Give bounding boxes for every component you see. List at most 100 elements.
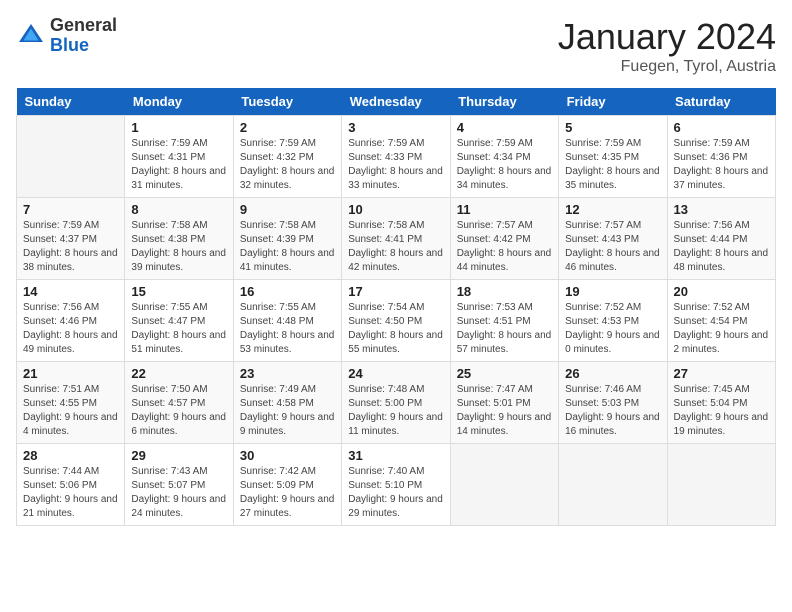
title-area: January 2024 Fuegen, Tyrol, Austria <box>558 16 776 76</box>
calendar-cell: 24 Sunrise: 7:48 AMSunset: 5:00 PMDaylig… <box>342 362 450 444</box>
day-detail: Sunrise: 7:54 AMSunset: 4:50 PMDaylight:… <box>348 302 443 355</box>
calendar-header: SundayMondayTuesdayWednesdayThursdayFrid… <box>17 88 776 116</box>
calendar-cell: 14 Sunrise: 7:56 AMSunset: 4:46 PMDaylig… <box>17 280 125 362</box>
day-detail: Sunrise: 7:51 AMSunset: 4:55 PMDaylight:… <box>23 384 118 437</box>
calendar-week-row: 14 Sunrise: 7:56 AMSunset: 4:46 PMDaylig… <box>17 280 776 362</box>
day-detail: Sunrise: 7:44 AMSunset: 5:06 PMDaylight:… <box>23 466 118 519</box>
calendar-cell: 6 Sunrise: 7:59 AMSunset: 4:36 PMDayligh… <box>667 116 775 198</box>
day-number: 13 <box>674 202 769 217</box>
day-number: 2 <box>240 120 335 135</box>
day-detail: Sunrise: 7:55 AMSunset: 4:48 PMDaylight:… <box>240 302 335 355</box>
day-detail: Sunrise: 7:46 AMSunset: 5:03 PMDaylight:… <box>565 384 660 437</box>
day-detail: Sunrise: 7:42 AMSunset: 5:09 PMDaylight:… <box>240 466 335 519</box>
day-detail: Sunrise: 7:49 AMSunset: 4:58 PMDaylight:… <box>240 384 335 437</box>
calendar-cell: 1 Sunrise: 7:59 AMSunset: 4:31 PMDayligh… <box>125 116 233 198</box>
day-number: 31 <box>348 448 443 463</box>
calendar-cell: 16 Sunrise: 7:55 AMSunset: 4:48 PMDaylig… <box>233 280 341 362</box>
calendar-subtitle: Fuegen, Tyrol, Austria <box>558 58 776 76</box>
calendar-cell: 30 Sunrise: 7:42 AMSunset: 5:09 PMDaylig… <box>233 444 341 526</box>
day-number: 25 <box>457 366 552 381</box>
day-number: 4 <box>457 120 552 135</box>
day-number: 1 <box>131 120 226 135</box>
day-number: 9 <box>240 202 335 217</box>
day-detail: Sunrise: 7:47 AMSunset: 5:01 PMDaylight:… <box>457 384 552 437</box>
logo-general-text: General <box>50 16 117 36</box>
calendar-week-row: 28 Sunrise: 7:44 AMSunset: 5:06 PMDaylig… <box>17 444 776 526</box>
day-number: 14 <box>23 284 118 299</box>
calendar-cell: 22 Sunrise: 7:50 AMSunset: 4:57 PMDaylig… <box>125 362 233 444</box>
calendar-week-row: 1 Sunrise: 7:59 AMSunset: 4:31 PMDayligh… <box>17 116 776 198</box>
weekday-header-friday: Friday <box>559 88 667 116</box>
calendar-cell: 10 Sunrise: 7:58 AMSunset: 4:41 PMDaylig… <box>342 198 450 280</box>
calendar-cell: 13 Sunrise: 7:56 AMSunset: 4:44 PMDaylig… <box>667 198 775 280</box>
calendar-cell: 26 Sunrise: 7:46 AMSunset: 5:03 PMDaylig… <box>559 362 667 444</box>
calendar-cell: 3 Sunrise: 7:59 AMSunset: 4:33 PMDayligh… <box>342 116 450 198</box>
day-number: 8 <box>131 202 226 217</box>
day-detail: Sunrise: 7:59 AMSunset: 4:31 PMDaylight:… <box>131 138 226 191</box>
logo-blue-text: Blue <box>50 36 117 56</box>
day-detail: Sunrise: 7:57 AMSunset: 4:43 PMDaylight:… <box>565 220 660 273</box>
day-detail: Sunrise: 7:56 AMSunset: 4:44 PMDaylight:… <box>674 220 769 273</box>
calendar-cell: 5 Sunrise: 7:59 AMSunset: 4:35 PMDayligh… <box>559 116 667 198</box>
day-number: 22 <box>131 366 226 381</box>
calendar-cell: 25 Sunrise: 7:47 AMSunset: 5:01 PMDaylig… <box>450 362 558 444</box>
logo-icon <box>16 21 46 51</box>
day-detail: Sunrise: 7:57 AMSunset: 4:42 PMDaylight:… <box>457 220 552 273</box>
calendar-cell: 19 Sunrise: 7:52 AMSunset: 4:53 PMDaylig… <box>559 280 667 362</box>
day-number: 23 <box>240 366 335 381</box>
day-detail: Sunrise: 7:52 AMSunset: 4:53 PMDaylight:… <box>565 302 660 355</box>
calendar-cell: 15 Sunrise: 7:55 AMSunset: 4:47 PMDaylig… <box>125 280 233 362</box>
calendar-cell: 11 Sunrise: 7:57 AMSunset: 4:42 PMDaylig… <box>450 198 558 280</box>
day-number: 24 <box>348 366 443 381</box>
calendar-cell: 23 Sunrise: 7:49 AMSunset: 4:58 PMDaylig… <box>233 362 341 444</box>
day-detail: Sunrise: 7:59 AMSunset: 4:33 PMDaylight:… <box>348 138 443 191</box>
weekday-header-tuesday: Tuesday <box>233 88 341 116</box>
day-number: 12 <box>565 202 660 217</box>
calendar-cell: 27 Sunrise: 7:45 AMSunset: 5:04 PMDaylig… <box>667 362 775 444</box>
day-number: 17 <box>348 284 443 299</box>
day-number: 7 <box>23 202 118 217</box>
day-detail: Sunrise: 7:43 AMSunset: 5:07 PMDaylight:… <box>131 466 226 519</box>
day-detail: Sunrise: 7:56 AMSunset: 4:46 PMDaylight:… <box>23 302 118 355</box>
calendar-cell <box>667 444 775 526</box>
day-number: 19 <box>565 284 660 299</box>
day-number: 5 <box>565 120 660 135</box>
day-number: 29 <box>131 448 226 463</box>
calendar-cell: 31 Sunrise: 7:40 AMSunset: 5:10 PMDaylig… <box>342 444 450 526</box>
calendar-cell: 8 Sunrise: 7:58 AMSunset: 4:38 PMDayligh… <box>125 198 233 280</box>
calendar-table: SundayMondayTuesdayWednesdayThursdayFrid… <box>16 88 776 526</box>
day-detail: Sunrise: 7:59 AMSunset: 4:32 PMDaylight:… <box>240 138 335 191</box>
weekday-header-thursday: Thursday <box>450 88 558 116</box>
header: General Blue January 2024 Fuegen, Tyrol,… <box>16 16 776 76</box>
weekday-header-saturday: Saturday <box>667 88 775 116</box>
day-detail: Sunrise: 7:59 AMSunset: 4:34 PMDaylight:… <box>457 138 552 191</box>
weekday-header-wednesday: Wednesday <box>342 88 450 116</box>
calendar-cell <box>559 444 667 526</box>
calendar-cell: 7 Sunrise: 7:59 AMSunset: 4:37 PMDayligh… <box>17 198 125 280</box>
calendar-cell: 21 Sunrise: 7:51 AMSunset: 4:55 PMDaylig… <box>17 362 125 444</box>
calendar-cell: 28 Sunrise: 7:44 AMSunset: 5:06 PMDaylig… <box>17 444 125 526</box>
weekday-header-monday: Monday <box>125 88 233 116</box>
calendar-cell: 2 Sunrise: 7:59 AMSunset: 4:32 PMDayligh… <box>233 116 341 198</box>
day-number: 26 <box>565 366 660 381</box>
day-number: 20 <box>674 284 769 299</box>
day-detail: Sunrise: 7:59 AMSunset: 4:35 PMDaylight:… <box>565 138 660 191</box>
day-number: 15 <box>131 284 226 299</box>
calendar-body: 1 Sunrise: 7:59 AMSunset: 4:31 PMDayligh… <box>17 116 776 526</box>
calendar-cell <box>17 116 125 198</box>
day-detail: Sunrise: 7:53 AMSunset: 4:51 PMDaylight:… <box>457 302 552 355</box>
calendar-cell: 29 Sunrise: 7:43 AMSunset: 5:07 PMDaylig… <box>125 444 233 526</box>
day-detail: Sunrise: 7:58 AMSunset: 4:39 PMDaylight:… <box>240 220 335 273</box>
day-detail: Sunrise: 7:59 AMSunset: 4:36 PMDaylight:… <box>674 138 769 191</box>
day-detail: Sunrise: 7:50 AMSunset: 4:57 PMDaylight:… <box>131 384 226 437</box>
day-detail: Sunrise: 7:48 AMSunset: 5:00 PMDaylight:… <box>348 384 443 437</box>
weekday-header-sunday: Sunday <box>17 88 125 116</box>
calendar-cell: 12 Sunrise: 7:57 AMSunset: 4:43 PMDaylig… <box>559 198 667 280</box>
day-detail: Sunrise: 7:52 AMSunset: 4:54 PMDaylight:… <box>674 302 769 355</box>
logo: General Blue <box>16 16 117 56</box>
day-detail: Sunrise: 7:59 AMSunset: 4:37 PMDaylight:… <box>23 220 118 273</box>
day-number: 10 <box>348 202 443 217</box>
day-number: 18 <box>457 284 552 299</box>
day-detail: Sunrise: 7:55 AMSunset: 4:47 PMDaylight:… <box>131 302 226 355</box>
calendar-cell <box>450 444 558 526</box>
